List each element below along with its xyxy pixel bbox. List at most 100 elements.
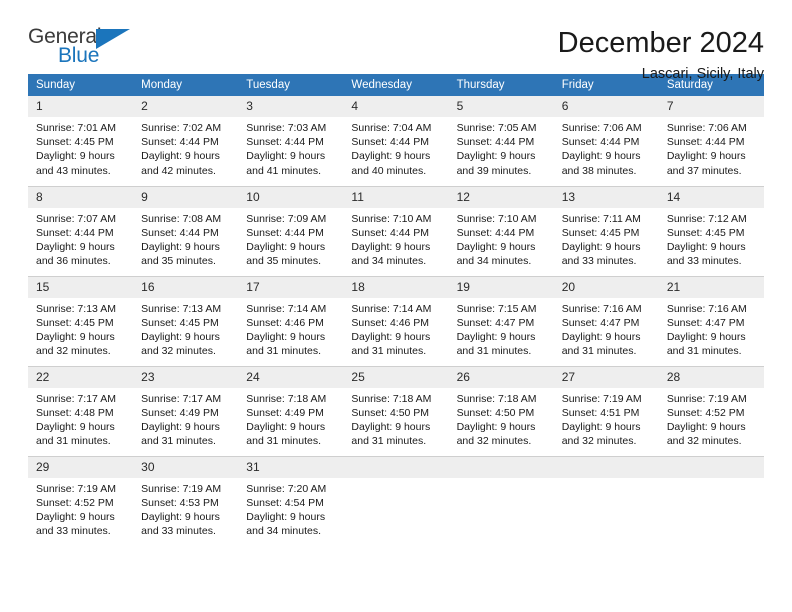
day-number: 12 bbox=[448, 186, 554, 208]
day-detail-sunset: Sunset: 4:44 PM bbox=[456, 136, 535, 149]
calendar-day-cell[interactable]: 15 Sunrise: 7:13 AM Sunset: 4:45 PM Dayligh… bbox=[28, 275, 134, 366]
day-detail-sunset: Sunset: 4:52 PM bbox=[36, 496, 114, 509]
day-cell-inner: 19 Sunrise: 7:15 AM Sunset: 4:47 PM Dayligh… bbox=[448, 276, 554, 366]
day-cell-inner: 11 Sunrise: 7:10 AM Sunset: 4:44 PM Dayligh… bbox=[343, 186, 449, 276]
calendar-day-cell[interactable]: 5 Sunrise: 7:05 AM Sunset: 4:44 PM Daylight… bbox=[448, 96, 554, 186]
day-detail-sunset: Sunset: 4:50 PM bbox=[456, 406, 535, 419]
day-detail-daylight-2: and 32 minutes. bbox=[456, 435, 532, 448]
day-number: 19 bbox=[448, 276, 554, 298]
logo-text-blue: Blue bbox=[58, 44, 100, 67]
day-number: 7 bbox=[658, 96, 764, 117]
day-detail-daylight-2: and 34 minutes. bbox=[246, 525, 321, 538]
day-number: 25 bbox=[343, 366, 449, 388]
day-detail-daylight-2: and 31 minutes. bbox=[561, 345, 637, 358]
day-number: 27 bbox=[553, 366, 659, 388]
day-detail-daylight-2: and 32 minutes. bbox=[561, 435, 637, 448]
calendar-day-cell[interactable]: 13 Sunrise: 7:11 AM Sunset: 4:45 PM Dayligh… bbox=[553, 185, 659, 276]
calendar-day-cell[interactable]: 30 Sunrise: 7:19 AM Sunset: 4:53 PM Dayligh… bbox=[133, 455, 239, 546]
day-number: 14 bbox=[658, 186, 764, 208]
title-block: December 2024 Lascari, Sicily, Italy bbox=[558, 26, 764, 84]
calendar-day-cell[interactable]: 16 Sunrise: 7:13 AM Sunset: 4:45 PM Dayligh… bbox=[133, 275, 239, 366]
calendar-day-cell[interactable]: 1 Sunrise: 7:01 AM Sunset: 4:45 PM Daylight… bbox=[28, 96, 134, 186]
day-cell-inner bbox=[658, 456, 764, 547]
day-number: 31 bbox=[238, 456, 344, 478]
calendar-day-cell[interactable]: 29 Sunrise: 7:19 AM Sunset: 4:52 PM Dayligh… bbox=[28, 455, 134, 546]
day-detail-daylight-1: Daylight: 9 hours bbox=[561, 240, 641, 253]
day-detail-daylight-1: Daylight: 9 hours bbox=[246, 510, 326, 523]
calendar-day-cell[interactable]: 8 Sunrise: 7:07 AM Sunset: 4:44 PM Daylight… bbox=[28, 185, 134, 276]
calendar-day-cell[interactable]: 6 Sunrise: 7:06 AM Sunset: 4:44 PM Daylight… bbox=[553, 96, 659, 186]
day-detail-sunrise: Sunrise: 7:05 AM bbox=[456, 122, 537, 134]
calendar-day-cell[interactable]: 25 Sunrise: 7:18 AM Sunset: 4:50 PM Dayligh… bbox=[343, 365, 449, 456]
day-number: 26 bbox=[448, 366, 554, 388]
calendar-day-cell[interactable] bbox=[448, 455, 554, 546]
calendar-day-cell[interactable]: 2 Sunrise: 7:02 AM Sunset: 4:44 PM Daylight… bbox=[133, 96, 239, 186]
calendar-day-cell[interactable]: 22 Sunrise: 7:17 AM Sunset: 4:48 PM Dayligh… bbox=[28, 365, 134, 456]
day-detail-daylight-2: and 31 minutes. bbox=[456, 345, 532, 358]
day-number: 28 bbox=[658, 366, 764, 388]
calendar-day-cell[interactable]: 4 Sunrise: 7:04 AM Sunset: 4:44 PM Daylight… bbox=[343, 96, 449, 186]
weekday-header-tuesday: Tuesday bbox=[238, 74, 344, 96]
calendar-day-cell[interactable] bbox=[658, 455, 764, 547]
day-cell-inner: 20 Sunrise: 7:16 AM Sunset: 4:47 PM Dayligh… bbox=[553, 276, 659, 366]
day-detail-sunrise: Sunrise: 7:10 AM bbox=[351, 212, 432, 225]
day-detail-sunrise: Sunrise: 7:08 AM bbox=[141, 212, 222, 225]
calendar-day-cell[interactable]: 24 Sunrise: 7:18 AM Sunset: 4:49 PM Dayligh… bbox=[238, 365, 344, 456]
calendar-day-cell[interactable]: 12 Sunrise: 7:10 AM Sunset: 4:44 PM Dayligh… bbox=[448, 185, 554, 276]
day-detail-daylight-2: and 36 minutes. bbox=[36, 255, 111, 268]
calendar-day-cell[interactable]: 21 Sunrise: 7:16 AM Sunset: 4:47 PM Dayligh… bbox=[658, 275, 764, 366]
calendar-day-cell[interactable]: 31 Sunrise: 7:20 AM Sunset: 4:54 PM Dayligh… bbox=[238, 455, 344, 546]
day-detail-daylight-2: and 33 minutes. bbox=[36, 525, 111, 538]
calendar-week-row: 15 Sunrise: 7:13 AM Sunset: 4:45 PM Dayligh… bbox=[28, 275, 764, 366]
day-details: Sunrise: 7:07 AM Sunset: 4:44 PM Daylight:… bbox=[28, 208, 133, 269]
day-cell-inner: 8 Sunrise: 7:07 AM Sunset: 4:44 PM Daylight… bbox=[28, 186, 134, 276]
day-details: Sunrise: 7:10 AM Sunset: 4:44 PM Daylight:… bbox=[449, 208, 554, 269]
day-detail-sunset: Sunset: 4:54 PM bbox=[246, 496, 324, 509]
calendar-day-cell[interactable]: 3 Sunrise: 7:03 AM Sunset: 4:44 PM Daylight… bbox=[238, 96, 344, 186]
day-detail-daylight-2: and 35 minutes. bbox=[141, 255, 216, 268]
day-number: 24 bbox=[238, 366, 344, 388]
calendar-day-cell[interactable]: 11 Sunrise: 7:10 AM Sunset: 4:44 PM Dayligh… bbox=[343, 185, 449, 276]
calendar-day-cell[interactable]: 10 Sunrise: 7:09 AM Sunset: 4:44 PM Dayligh… bbox=[238, 185, 344, 276]
page-header: General Blue December 2024 Lascari, Sici… bbox=[28, 0, 764, 82]
day-number: 11 bbox=[343, 186, 449, 208]
weekday-header-sunday: Sunday bbox=[28, 74, 134, 96]
day-detail-sunset: Sunset: 4:45 PM bbox=[141, 316, 219, 329]
day-details: Sunrise: 7:01 AM Sunset: 4:45 PM Daylight:… bbox=[28, 117, 133, 178]
day-details: Sunrise: 7:20 AM Sunset: 4:54 PM Daylight:… bbox=[238, 478, 343, 539]
calendar-day-cell[interactable]: 28 Sunrise: 7:19 AM Sunset: 4:52 PM Dayligh… bbox=[658, 365, 764, 456]
calendar-day-cell[interactable]: 9 Sunrise: 7:08 AM Sunset: 4:44 PM Daylight… bbox=[133, 185, 239, 276]
calendar-day-cell[interactable]: 19 Sunrise: 7:15 AM Sunset: 4:47 PM Dayligh… bbox=[448, 275, 554, 366]
calendar-day-cell[interactable] bbox=[343, 455, 449, 546]
day-detail-sunset: Sunset: 4:44 PM bbox=[36, 226, 114, 239]
day-detail-daylight-2: and 31 minutes. bbox=[141, 435, 216, 448]
day-cell-inner: 9 Sunrise: 7:08 AM Sunset: 4:44 PM Daylight… bbox=[133, 186, 239, 276]
day-cell-inner: 2 Sunrise: 7:02 AM Sunset: 4:44 PM Daylight… bbox=[133, 96, 239, 186]
day-number: 9 bbox=[133, 186, 239, 208]
day-detail-daylight-2: and 34 minutes. bbox=[456, 255, 532, 268]
calendar-day-cell[interactable]: 26 Sunrise: 7:18 AM Sunset: 4:50 PM Dayligh… bbox=[448, 365, 554, 456]
calendar-day-cell[interactable]: 20 Sunrise: 7:16 AM Sunset: 4:47 PM Dayligh… bbox=[553, 275, 659, 366]
day-details: Sunrise: 7:12 AM Sunset: 4:45 PM Daylight:… bbox=[659, 208, 764, 269]
day-details: Sunrise: 7:13 AM Sunset: 4:45 PM Daylight:… bbox=[133, 298, 238, 359]
calendar-day-cell[interactable]: 7 Sunrise: 7:06 AM Sunset: 4:44 PM Daylight… bbox=[658, 96, 764, 186]
day-detail-sunset: Sunset: 4:49 PM bbox=[141, 406, 219, 419]
day-details: Sunrise: 7:18 AM Sunset: 4:50 PM Daylight:… bbox=[449, 388, 554, 449]
calendar-day-cell[interactable]: 27 Sunrise: 7:19 AM Sunset: 4:51 PM Dayligh… bbox=[553, 365, 659, 456]
calendar-day-cell[interactable] bbox=[553, 455, 659, 547]
day-detail-daylight-1: Daylight: 9 hours bbox=[666, 420, 746, 433]
day-cell-inner bbox=[553, 456, 659, 547]
calendar-day-cell[interactable]: 23 Sunrise: 7:17 AM Sunset: 4:49 PM Dayligh… bbox=[133, 365, 239, 456]
day-details bbox=[554, 478, 659, 482]
day-number: 21 bbox=[658, 276, 764, 298]
generalblue-logo[interactable]: General Blue bbox=[28, 26, 140, 70]
calendar-day-cell[interactable]: 17 Sunrise: 7:14 AM Sunset: 4:46 PM Dayligh… bbox=[238, 275, 344, 366]
day-detail-daylight-2: and 31 minutes. bbox=[246, 345, 321, 358]
calendar-day-cell[interactable]: 18 Sunrise: 7:14 AM Sunset: 4:46 PM Dayligh… bbox=[343, 275, 449, 366]
day-details bbox=[343, 478, 448, 482]
day-cell-inner: 25 Sunrise: 7:18 AM Sunset: 4:50 PM Dayligh… bbox=[343, 366, 449, 456]
calendar-day-cell[interactable]: 14 Sunrise: 7:12 AM Sunset: 4:45 PM Dayligh… bbox=[658, 185, 764, 276]
day-cell-inner: 14 Sunrise: 7:12 AM Sunset: 4:45 PM Dayligh… bbox=[658, 186, 764, 276]
day-cell-inner: 23 Sunrise: 7:17 AM Sunset: 4:49 PM Dayligh… bbox=[133, 366, 239, 456]
page-title: December 2024 bbox=[557, 27, 764, 59]
